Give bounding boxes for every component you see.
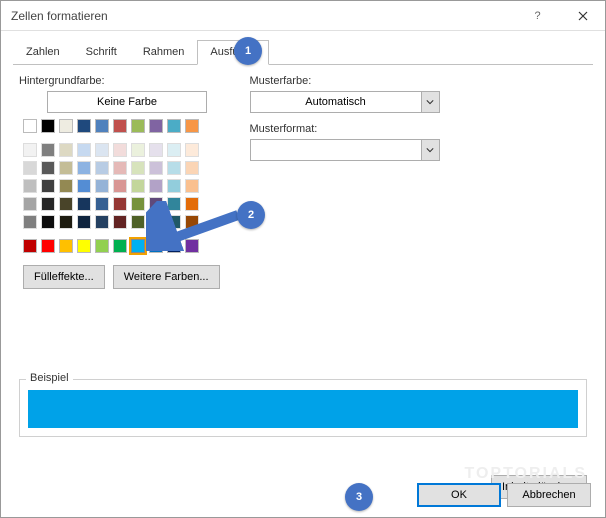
color-swatch[interactable]	[149, 161, 163, 175]
color-swatch[interactable]	[77, 197, 91, 211]
color-swatch[interactable]	[95, 179, 109, 193]
color-swatch[interactable]	[113, 143, 127, 157]
example-fieldset: Beispiel	[19, 379, 587, 437]
cancel-label: Abbrechen	[522, 489, 575, 501]
annotation-marker-1: 1	[234, 37, 262, 65]
color-swatch[interactable]	[59, 161, 73, 175]
color-swatch[interactable]	[131, 161, 145, 175]
color-swatch[interactable]	[41, 215, 55, 229]
color-swatch[interactable]	[95, 239, 109, 253]
color-swatch[interactable]	[41, 239, 55, 253]
color-swatch[interactable]	[23, 119, 37, 133]
color-swatch[interactable]	[113, 215, 127, 229]
color-swatch[interactable]	[59, 215, 73, 229]
color-swatch[interactable]	[113, 179, 127, 193]
fill-effects-button[interactable]: Fülleffekte...	[23, 265, 105, 289]
color-swatch[interactable]	[77, 119, 91, 133]
color-swatch[interactable]	[23, 197, 37, 211]
color-swatch[interactable]	[77, 239, 91, 253]
color-swatch[interactable]	[167, 179, 181, 193]
annotation-marker-2: 2	[237, 201, 265, 229]
color-swatch[interactable]	[185, 179, 199, 193]
color-swatch[interactable]	[149, 119, 163, 133]
color-swatch[interactable]	[113, 239, 127, 253]
color-swatch[interactable]	[167, 119, 181, 133]
cancel-button[interactable]: Abbrechen	[507, 483, 591, 507]
bgcolor-label: Hintergrundfarbe:	[19, 75, 220, 87]
help-button[interactable]: ?	[515, 1, 560, 31]
example-preview	[28, 390, 578, 428]
color-swatch[interactable]	[41, 179, 55, 193]
titlebar: Zellen formatieren ?	[1, 1, 605, 31]
color-swatch[interactable]	[149, 179, 163, 193]
color-swatch[interactable]	[23, 143, 37, 157]
pattern-color-value: Automatisch	[251, 96, 421, 108]
annotation-arrow	[146, 201, 246, 254]
color-swatch[interactable]	[23, 239, 37, 253]
color-swatch[interactable]	[131, 239, 145, 253]
color-swatch[interactable]	[41, 197, 55, 211]
color-swatch[interactable]	[59, 197, 73, 211]
color-swatch[interactable]	[167, 143, 181, 157]
tab-zahlen[interactable]: Zahlen	[13, 40, 73, 65]
dialog-title: Zellen formatieren	[11, 9, 515, 23]
more-colors-button[interactable]: Weitere Farben...	[113, 265, 220, 289]
no-color-label: Keine Farbe	[97, 96, 157, 108]
format-cells-dialog: Zellen formatieren ? Zahlen Schrift Rahm…	[0, 0, 606, 518]
example-legend: Beispiel	[26, 372, 73, 384]
pattern-format-combo[interactable]	[250, 139, 440, 161]
chevron-down-icon	[426, 98, 434, 106]
chevron-down-icon	[426, 146, 434, 154]
color-swatch[interactable]	[41, 161, 55, 175]
color-swatch[interactable]	[95, 161, 109, 175]
pattern-format-label: Musterformat:	[250, 123, 588, 135]
color-swatch[interactable]	[113, 197, 127, 211]
color-swatch[interactable]	[131, 197, 145, 211]
close-button[interactable]	[560, 1, 605, 31]
color-swatch[interactable]	[95, 119, 109, 133]
no-color-button[interactable]: Keine Farbe	[47, 91, 207, 113]
color-swatch[interactable]	[131, 179, 145, 193]
color-swatch[interactable]	[185, 143, 199, 157]
color-swatch[interactable]	[131, 215, 145, 229]
ok-label: OK	[451, 489, 467, 501]
more-colors-label: Weitere Farben...	[124, 271, 209, 283]
color-swatch[interactable]	[23, 215, 37, 229]
color-swatch[interactable]	[167, 161, 181, 175]
fill-effects-label: Fülleffekte...	[34, 271, 94, 283]
tab-schrift[interactable]: Schrift	[73, 40, 130, 65]
pattern-color-label: Musterfarbe:	[250, 75, 588, 87]
color-swatch[interactable]	[77, 179, 91, 193]
color-swatch[interactable]	[185, 119, 199, 133]
color-swatch[interactable]	[59, 179, 73, 193]
color-swatch[interactable]	[131, 143, 145, 157]
color-swatch[interactable]	[185, 161, 199, 175]
color-swatch[interactable]	[23, 161, 37, 175]
color-swatch[interactable]	[95, 197, 109, 211]
color-swatch[interactable]	[95, 215, 109, 229]
pattern-format-dropdown[interactable]	[421, 140, 439, 160]
color-swatch[interactable]	[131, 119, 145, 133]
color-swatch[interactable]	[77, 161, 91, 175]
color-swatch[interactable]	[59, 239, 73, 253]
pattern-color-dropdown[interactable]	[421, 92, 439, 112]
color-swatch[interactable]	[77, 215, 91, 229]
ok-button[interactable]: OK	[417, 483, 501, 507]
color-swatch[interactable]	[95, 143, 109, 157]
color-swatch[interactable]	[113, 119, 127, 133]
color-swatch[interactable]	[41, 119, 55, 133]
tab-rahmen[interactable]: Rahmen	[130, 40, 198, 65]
color-swatch[interactable]	[77, 143, 91, 157]
close-icon	[578, 11, 588, 21]
color-swatch[interactable]	[59, 143, 73, 157]
color-swatch[interactable]	[149, 143, 163, 157]
tab-bar: Zahlen Schrift Rahmen Ausfüllen	[13, 39, 593, 65]
color-swatch[interactable]	[59, 119, 73, 133]
color-swatch[interactable]	[23, 179, 37, 193]
annotation-marker-3: 3	[345, 483, 373, 511]
pattern-color-combo[interactable]: Automatisch	[250, 91, 440, 113]
color-swatch[interactable]	[113, 161, 127, 175]
color-swatch[interactable]	[41, 143, 55, 157]
